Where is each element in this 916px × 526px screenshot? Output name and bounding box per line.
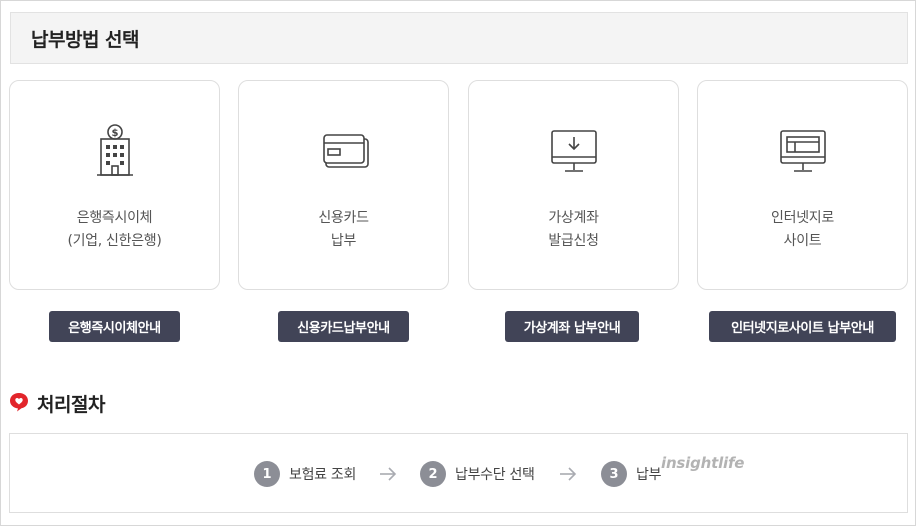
method-label: 신용카드 납부 — [318, 210, 369, 249]
procedure-steps: 1 보험료 조회 2 납부수단 선택 3 납부 — [9, 433, 908, 513]
step-1: 1 보험료 조회 — [254, 461, 356, 487]
page-title: 납부방법 선택 — [31, 28, 140, 51]
method-label: 가상계좌 발급신청 — [548, 210, 599, 249]
arrow-right-icon — [380, 467, 397, 481]
method-label: 은행즉시이체 (기업, 신한은행) — [67, 210, 162, 249]
step-label: 보험료 조회 — [289, 467, 357, 483]
arrow-right-icon — [560, 467, 577, 481]
svg-text:$: $ — [111, 128, 118, 139]
monitor-web-icon — [775, 123, 831, 179]
bank-transfer-guide-button[interactable]: 은행즉시이체안내 — [49, 311, 180, 342]
procedure-title: 처리절차 — [37, 394, 105, 416]
procedure-heading: 처리절차 — [9, 390, 105, 417]
step-label: 납부 — [636, 467, 662, 483]
method-card-internet-giro[interactable]: 인터넷지로 사이트 — [697, 80, 908, 290]
step-3: 3 납부 — [601, 461, 661, 487]
step-number: 3 — [601, 461, 627, 487]
method-label: 인터넷지로 사이트 — [771, 210, 834, 249]
monitor-download-icon — [546, 123, 602, 179]
watermark-logo: insightlife — [661, 454, 745, 472]
method-card-bank-transfer[interactable]: $ 은행즉시이체 (기업, 신한은행) — [9, 80, 220, 290]
method-card-credit-card[interactable]: 신용카드 납부 — [238, 80, 449, 290]
step-number: 2 — [420, 461, 446, 487]
section-header: 납부방법 선택 — [10, 12, 908, 64]
speech-bubble-heart-icon — [9, 392, 29, 416]
bank-building-icon: $ — [87, 123, 143, 179]
credit-card-guide-button[interactable]: 신용카드납부안내 — [278, 311, 409, 342]
step-2: 2 납부수단 선택 — [420, 461, 535, 487]
credit-card-icon — [316, 123, 372, 179]
method-card-virtual-account[interactable]: 가상계좌 발급신청 — [468, 80, 679, 290]
virtual-account-guide-button[interactable]: 가상계좌 납부안내 — [505, 311, 639, 342]
step-number: 1 — [254, 461, 280, 487]
step-label: 납부수단 선택 — [455, 467, 535, 483]
internet-giro-guide-button[interactable]: 인터넷지로사이트 납부안내 — [709, 311, 896, 342]
